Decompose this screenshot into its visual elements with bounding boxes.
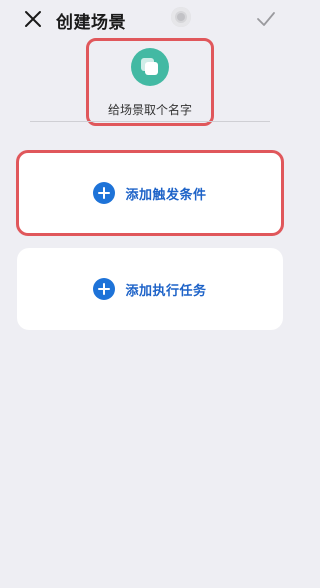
add-task-card[interactable]: 添加执行任务 [17, 248, 283, 330]
name-underline [30, 121, 270, 122]
add-trigger-label: 添加触发条件 [125, 187, 207, 203]
check-icon[interactable] [256, 10, 276, 28]
close-icon[interactable] [24, 10, 42, 28]
scene-icon[interactable] [131, 48, 169, 86]
plus-icon [93, 182, 116, 204]
status-indicator-icon [171, 7, 191, 27]
create-scene-page: 创建场景 给场景取个名字 添加触发条件 添加执行任务 [0, 0, 300, 588]
scene-name-placeholder[interactable]: 给场景取个名字 [89, 101, 211, 118]
scene-name-block[interactable]: 给场景取个名字 [86, 38, 214, 126]
plus-icon [93, 278, 116, 300]
top-bar: 创建场景 [0, 0, 300, 40]
add-task-label: 添加执行任务 [125, 283, 207, 299]
page-title: 创建场景 [56, 13, 126, 33]
add-trigger-card[interactable]: 添加触发条件 [16, 150, 284, 236]
